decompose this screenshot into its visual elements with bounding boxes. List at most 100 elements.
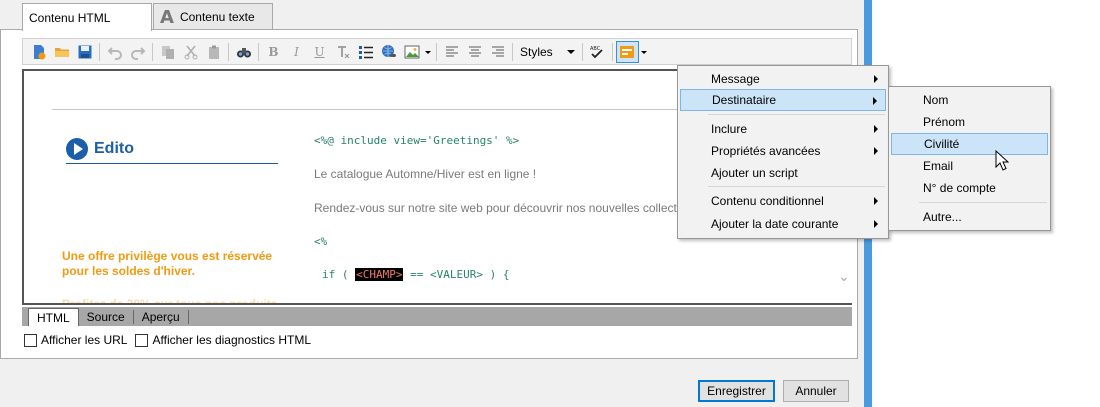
submenu-item-email[interactable]: Email bbox=[891, 155, 1048, 177]
clear-format-icon[interactable] bbox=[331, 41, 354, 63]
offer-text-cut: Profitez de 20% sur tous nos produits bbox=[62, 297, 278, 305]
link-icon[interactable] bbox=[377, 41, 400, 63]
show-html-diagnostics-label: Afficher les diagnostics HTML bbox=[152, 333, 311, 347]
dialog-footer: Enregistrer Annuler bbox=[0, 360, 864, 407]
view-mode-tabs: HTML Source Aperçu bbox=[22, 307, 852, 326]
spellcheck-icon[interactable]: ABC bbox=[586, 41, 609, 63]
italic-icon[interactable]: I bbox=[285, 41, 308, 63]
menu-item-message-label: Message bbox=[711, 72, 760, 86]
tab-html-content[interactable]: Contenu HTML bbox=[22, 3, 152, 31]
tab-source-view[interactable]: Source bbox=[79, 308, 133, 326]
submenu-item-last-name[interactable]: Nom bbox=[891, 89, 1048, 111]
checkbox-box[interactable] bbox=[135, 333, 149, 347]
catalogue-text: Le catalogue Automne/Hiver est en ligne … bbox=[314, 167, 537, 181]
toolbar-separator bbox=[99, 42, 100, 61]
show-html-diagnostics-checkbox[interactable]: Afficher les diagnostics HTML bbox=[135, 333, 311, 347]
display-options: Afficher les URL Afficher les diagnostic… bbox=[24, 333, 311, 347]
list-icon[interactable] bbox=[354, 41, 377, 63]
tab-separator bbox=[187, 310, 189, 324]
code-champ-placeholder[interactable]: <CHAMP> bbox=[355, 268, 404, 281]
toolbar-separator bbox=[581, 42, 583, 61]
menu-item-add-script-label: Ajouter un script bbox=[711, 166, 798, 180]
new-doc-icon[interactable] bbox=[27, 41, 50, 63]
submenu-arrow-icon bbox=[874, 197, 878, 205]
code-if-end: == <VALEUR> ) { bbox=[403, 268, 510, 281]
image-dropdown-arrow-icon[interactable] bbox=[423, 41, 433, 63]
find-icon[interactable] bbox=[232, 41, 255, 63]
code-open-tag: <% bbox=[314, 235, 328, 248]
code-include-line: <%@ include view='Greetings' %> bbox=[314, 134, 520, 147]
align-left-icon[interactable] bbox=[440, 41, 463, 63]
menu-item-add-current-date[interactable]: Ajouter la date courante bbox=[680, 213, 886, 235]
scroll-down-icon[interactable]: ⌄ bbox=[838, 269, 850, 285]
play-circle-icon bbox=[66, 138, 88, 160]
tab-bar: Contenu HTML A Contenu texte bbox=[0, 0, 864, 31]
image-icon[interactable] bbox=[400, 41, 423, 63]
toolbar-separator bbox=[512, 42, 513, 61]
menu-separator bbox=[919, 202, 1047, 203]
menu-item-conditional-content-label: Contenu conditionnel bbox=[711, 194, 824, 208]
show-urls-label: Afficher les URL bbox=[41, 333, 128, 347]
open-folder-icon[interactable] bbox=[50, 41, 73, 63]
menu-separator bbox=[708, 186, 885, 187]
submenu-arrow-icon bbox=[874, 125, 878, 133]
chevron-down-icon bbox=[566, 49, 575, 54]
offer-text: Une offre privilège vous est réservée po… bbox=[62, 249, 273, 278]
menu-item-recipient-label: Destinataire bbox=[712, 93, 777, 107]
show-urls-checkbox[interactable]: Afficher les URL bbox=[24, 333, 127, 347]
toolbar-separator bbox=[436, 42, 437, 61]
tab-preview-view[interactable]: Aperçu bbox=[134, 308, 188, 326]
submenu-item-other[interactable]: Autre... bbox=[891, 206, 1048, 228]
text-a-icon: A bbox=[160, 6, 174, 28]
checkbox-box[interactable] bbox=[24, 333, 37, 347]
edito-title: Edito bbox=[94, 140, 134, 157]
toolbar-separator bbox=[611, 42, 613, 61]
bold-icon[interactable]: B bbox=[262, 41, 285, 63]
menu-item-conditional-content[interactable]: Contenu conditionnel bbox=[680, 190, 886, 212]
edito-heading: Edito bbox=[66, 135, 278, 164]
tab-html-view[interactable]: HTML bbox=[28, 308, 79, 326]
styles-dropdown-label: Styles bbox=[520, 44, 553, 59]
toolbar-separator bbox=[228, 42, 229, 61]
align-center-icon[interactable] bbox=[463, 41, 486, 63]
menu-item-include[interactable]: Inclure bbox=[680, 118, 886, 140]
underline-icon[interactable]: U bbox=[308, 41, 331, 63]
menu-item-add-current-date-label: Ajouter la date courante bbox=[711, 217, 839, 231]
personalization-menu: Message Destinataire Inclure Propriétés … bbox=[677, 65, 889, 239]
submenu-item-salutation[interactable]: Civilité bbox=[891, 133, 1048, 155]
tab-text-content[interactable]: A Contenu texte bbox=[153, 3, 273, 30]
menu-item-advanced-properties-label: Propriétés avancées bbox=[711, 144, 821, 158]
cut-icon[interactable] bbox=[179, 41, 202, 63]
styles-dropdown[interactable]: Styles bbox=[516, 42, 579, 62]
paste-icon[interactable] bbox=[202, 41, 225, 63]
undo-icon[interactable] bbox=[103, 41, 126, 63]
personalization-dropdown-arrow-icon[interactable] bbox=[639, 41, 649, 63]
recipient-submenu: Nom Prénom Civilité Email N° de compte A… bbox=[888, 86, 1051, 231]
submenu-item-account-number[interactable]: N° de compte bbox=[891, 177, 1048, 199]
website-text: Rendez-vous sur notre site web pour déco… bbox=[314, 201, 699, 215]
submenu-arrow-icon bbox=[874, 147, 878, 155]
menu-item-add-script[interactable]: Ajouter un script bbox=[680, 162, 886, 184]
svg-text:ABC: ABC bbox=[590, 46, 601, 52]
save-button[interactable]: Enregistrer bbox=[698, 380, 775, 402]
menu-item-recipient[interactable]: Destinataire bbox=[680, 89, 886, 111]
menu-item-advanced-properties[interactable]: Propriétés avancées bbox=[680, 140, 886, 162]
tab-text-content-label: Contenu texte bbox=[179, 10, 255, 24]
submenu-arrow-icon bbox=[874, 75, 878, 83]
tab-html-content-label: Contenu HTML bbox=[29, 10, 111, 25]
editor-toolbar: B I U Styles ABC bbox=[22, 38, 852, 65]
redo-icon[interactable] bbox=[126, 41, 149, 63]
submenu-arrow-icon bbox=[874, 220, 878, 228]
menu-separator bbox=[708, 114, 885, 115]
mouse-pointer-icon bbox=[995, 150, 1009, 171]
save-icon[interactable] bbox=[73, 41, 96, 63]
cancel-button[interactable]: Annuler bbox=[783, 380, 849, 402]
code-if-line: if ( <CHAMP> == <VALEUR> ) { bbox=[322, 268, 509, 281]
submenu-arrow-icon bbox=[873, 97, 877, 105]
toolbar-separator bbox=[152, 42, 153, 61]
personalization-icon[interactable] bbox=[615, 40, 639, 63]
copy-icon[interactable] bbox=[156, 41, 179, 63]
submenu-item-first-name[interactable]: Prénom bbox=[891, 111, 1048, 133]
menu-item-message[interactable]: Message bbox=[680, 68, 886, 90]
align-right-icon[interactable] bbox=[486, 41, 509, 63]
